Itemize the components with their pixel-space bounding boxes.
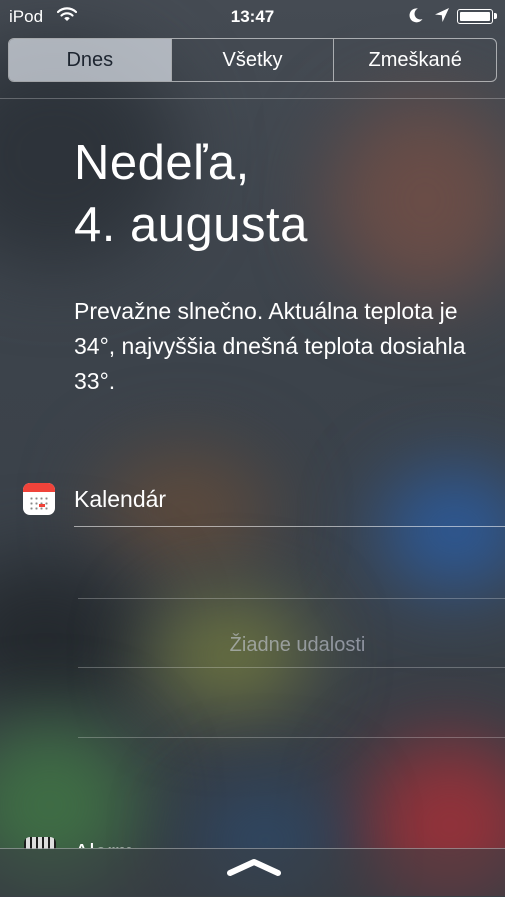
alarm-section-title[interactable]: Alarm [74, 838, 134, 848]
calendar-row-divider [78, 667, 505, 668]
grabber-chevron-icon[interactable] [225, 856, 283, 883]
tab-all[interactable]: Všetky [170, 39, 334, 81]
no-events-message: Žiadne udalosti [229, 634, 366, 656]
location-arrow-icon [434, 7, 450, 28]
date-day-month: 4. augusta [74, 198, 308, 252]
status-bar: iPod 13:47 [0, 0, 505, 34]
calendar-divider [74, 526, 505, 527]
battery-icon [457, 9, 497, 24]
calendar-section-title[interactable]: Kalendár [74, 486, 166, 513]
today-date: Nedeľa, 4. augusta [74, 132, 308, 256]
calendar-app-icon [23, 483, 55, 515]
calendar-row-divider [78, 598, 505, 599]
weather-summary: Prevažne slnečno. Aktuálna teplota je 34… [74, 298, 466, 394]
tab-today[interactable]: Dnes [9, 39, 171, 81]
tab-missed[interactable]: Zmeškané [333, 39, 496, 81]
date-weekday: Nedeľa, [74, 136, 250, 190]
do-not-disturb-moon-icon [408, 7, 424, 28]
header-divider [0, 98, 505, 99]
segmented-control: Dnes Všetky Zmeškané [8, 38, 497, 82]
battery-level [460, 12, 490, 21]
status-time: 13:47 [230, 7, 275, 26]
calendar-row-divider [78, 737, 505, 738]
